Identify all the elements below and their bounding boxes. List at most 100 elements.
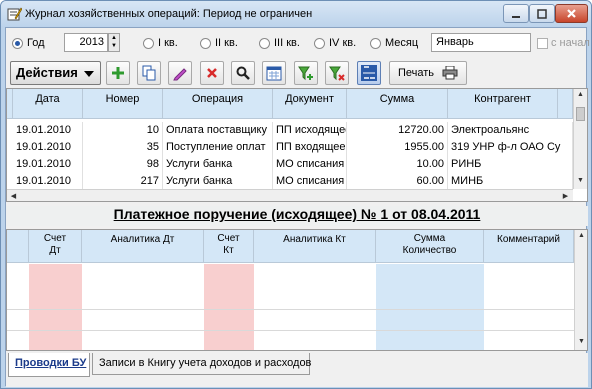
period-q2-radio[interactable]: II кв. [200, 37, 238, 49]
from-start-checkbox[interactable]: с начал [537, 37, 590, 49]
period-month-radio[interactable]: Месяц [370, 37, 418, 49]
cell-number: 98 [83, 156, 163, 173]
scroll-thumb[interactable] [576, 107, 585, 121]
header-line: Количество [402, 245, 457, 256]
minimize-button[interactable] [503, 4, 529, 23]
credit-account-column[interactable] [204, 264, 254, 350]
header-line: Сумма [413, 233, 446, 244]
period-year-radio[interactable]: Год [12, 37, 45, 49]
column-header-comment[interactable]: Комментарий [484, 230, 574, 263]
actions-label: Действия [16, 65, 78, 80]
column-header-debit-analytics[interactable]: Аналитика Дт [82, 230, 204, 263]
journal-table[interactable]: Дата Номер Операция Документ Сумма Контр… [6, 88, 588, 202]
close-button[interactable] [555, 4, 588, 23]
cell-document: МО списания д [273, 156, 347, 173]
title-bar[interactable]: Журнал хозяйственных операций: Период не… [1, 1, 591, 27]
cell-date: 19.01.2010 [13, 139, 83, 156]
table-row[interactable]: 19.01.2010 10 Оплата поставщику ПП исход… [7, 122, 575, 139]
cell-sum: 1955.00 [347, 139, 448, 156]
radio-icon [143, 37, 154, 49]
search-icon [236, 66, 250, 80]
cell-number: 35 [83, 139, 163, 156]
from-start-label: с начал [551, 37, 590, 49]
period-q4-radio[interactable]: IV кв. [314, 37, 356, 49]
row-divider [7, 309, 575, 310]
sum-quantity-column[interactable] [376, 264, 484, 350]
print-label: Печать [398, 67, 435, 79]
entries-table[interactable]: Счет Дт Аналитика Дт Счет Кт Аналитика Кт … [6, 229, 588, 351]
period-q1-radio[interactable]: I кв. [143, 37, 178, 49]
actions-menu-button[interactable]: Действия [10, 61, 101, 85]
year-spinner[interactable]: ▲ ▼ [108, 33, 120, 52]
search-button[interactable] [231, 61, 255, 85]
tab-income-expense-book[interactable]: Записи в Книгу учета доходов и расходов [92, 353, 311, 375]
debit-credit-icon [361, 65, 377, 81]
close-icon [567, 9, 576, 18]
header-line: Счет [217, 233, 240, 244]
copy-button[interactable] [137, 61, 161, 85]
scroll-up-icon[interactable]: ▲ [574, 91, 587, 98]
cell-sum: 10.00 [347, 156, 448, 173]
print-button[interactable]: Печать [389, 61, 467, 85]
cell-operation: Услуги банка [163, 156, 273, 173]
document-title: Платежное поручение (исходящее) № 1 от 0… [6, 206, 588, 226]
radio-icon [370, 37, 381, 49]
calendar-icon [266, 66, 282, 81]
period-option-label: IV кв. [329, 37, 357, 49]
column-header-sum[interactable]: Сумма [347, 89, 448, 119]
scroll-down-icon[interactable]: ▼ [574, 177, 587, 184]
entries-vertical-scrollbar[interactable]: ▲ ▼ [574, 230, 587, 350]
period-q3-radio[interactable]: III кв. [259, 37, 300, 49]
column-header-document[interactable]: Документ [273, 89, 347, 119]
journal-client-area: Год 2013 ▲ ▼ I кв. II кв. III кв. IV кв. … [5, 27, 590, 387]
minimize-icon [512, 15, 520, 18]
column-header-credit-analytics[interactable]: Аналитика Кт [254, 230, 376, 263]
tab-accounting-entries[interactable]: Проводки БУ [8, 353, 90, 377]
cell-document: МО списания д [273, 173, 347, 190]
delete-button[interactable] [200, 61, 224, 85]
window-title: Журнал хозяйственных операций: Период не… [25, 8, 313, 20]
column-header-credit-account[interactable]: Счет Кт [204, 230, 254, 263]
table-row[interactable]: 19.01.2010 217 Услуги банка МО списания … [7, 173, 575, 190]
period-option-label: III кв. [274, 37, 300, 49]
calendar-button[interactable] [262, 61, 286, 85]
add-button[interactable] [106, 61, 130, 85]
cell-document: ПП входящее [273, 139, 347, 156]
year-input[interactable]: 2013 [64, 33, 108, 52]
cell-operation: Поступление оплат [163, 139, 273, 156]
cell-number: 10 [83, 122, 163, 139]
copy-icon [142, 65, 156, 81]
cell-date: 19.01.2010 [13, 156, 83, 173]
edit-button[interactable] [168, 61, 192, 85]
column-header-number[interactable]: Номер [83, 89, 163, 119]
debit-account-column[interactable] [29, 264, 82, 350]
column-header-debit-account[interactable]: Счет Дт [29, 230, 82, 263]
maximize-button[interactable] [529, 4, 555, 23]
column-header-counterparty[interactable]: Контрагент [448, 89, 558, 119]
period-option-label: II кв. [215, 37, 238, 49]
row-indicator-header [7, 230, 29, 263]
column-header-sum-quantity[interactable]: Сумма Количество [376, 230, 484, 263]
cell-sum: 60.00 [347, 173, 448, 190]
column-header-operation[interactable]: Операция [163, 89, 273, 119]
table-row[interactable]: 19.01.2010 98 Услуги банка МО списания д… [7, 156, 575, 173]
filter-remove-button[interactable] [325, 61, 349, 85]
chevron-down-icon [84, 71, 94, 77]
month-input[interactable]: Январь [431, 33, 531, 52]
column-header-date[interactable]: Дата [13, 89, 83, 119]
scroll-up-icon[interactable]: ▲ [575, 232, 587, 239]
radio-icon [314, 37, 325, 49]
journal-horizontal-scrollbar[interactable]: ◀ ▶ [7, 189, 573, 201]
application-window: Журнал хозяйственных операций: Период не… [0, 0, 592, 389]
checkbox-icon [537, 37, 548, 49]
table-row[interactable]: 19.01.2010 35 Поступление оплат ПП входя… [7, 139, 575, 156]
scroll-down-icon[interactable]: ▼ [575, 338, 587, 345]
filter-add-button[interactable] [294, 61, 318, 85]
debit-credit-button[interactable] [357, 61, 381, 85]
journal-vertical-scrollbar[interactable]: ▲ ▼ [573, 89, 587, 189]
radio-icon [200, 37, 211, 49]
scroll-right-icon[interactable]: ▶ [559, 192, 572, 200]
cell-counterparty: МИНБ [448, 173, 573, 190]
scroll-left-icon[interactable]: ◀ [7, 192, 20, 200]
tab-strip: Проводки БУ Записи в Книгу учета доходов… [6, 353, 588, 387]
